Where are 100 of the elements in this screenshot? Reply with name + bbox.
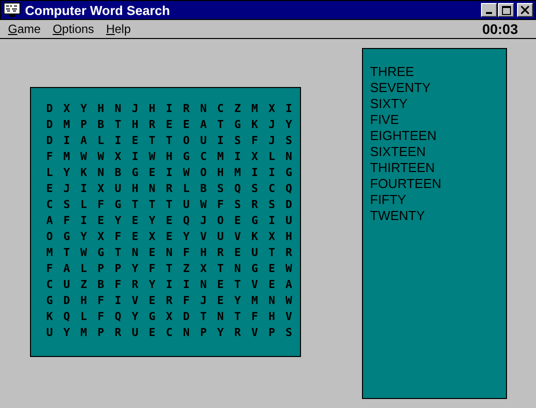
- grid-letter[interactable]: S: [246, 181, 264, 197]
- grid-letter[interactable]: M: [212, 149, 230, 165]
- grid-letter[interactable]: M: [229, 165, 246, 181]
- grid-letter[interactable]: U: [58, 277, 76, 293]
- grid-letter[interactable]: U: [246, 245, 264, 261]
- grid-letter[interactable]: I: [126, 149, 144, 165]
- grid-letter[interactable]: W: [280, 293, 298, 309]
- grid-letter[interactable]: G: [178, 149, 195, 165]
- grid-letter[interactable]: J: [194, 213, 212, 229]
- grid-letter[interactable]: E: [212, 277, 230, 293]
- grid-letter[interactable]: I: [263, 165, 280, 181]
- grid-letter[interactable]: E: [263, 277, 280, 293]
- grid-letter[interactable]: F: [246, 309, 264, 325]
- grid-letter[interactable]: E: [229, 245, 246, 261]
- grid-letter[interactable]: E: [126, 229, 144, 245]
- grid-letter[interactable]: H: [160, 149, 178, 165]
- grid-letter[interactable]: I: [246, 165, 264, 181]
- grid-letter[interactable]: I: [160, 277, 178, 293]
- grid-letter[interactable]: P: [263, 325, 280, 341]
- grid-letter[interactable]: W: [75, 245, 92, 261]
- grid-letter[interactable]: T: [109, 245, 126, 261]
- grid-letter[interactable]: F: [92, 197, 110, 213]
- grid-letter[interactable]: N: [212, 309, 230, 325]
- grid-letter[interactable]: Y: [212, 325, 230, 341]
- grid-letter[interactable]: G: [246, 213, 264, 229]
- grid-letter[interactable]: Z: [178, 261, 195, 277]
- grid-letter[interactable]: S: [58, 197, 76, 213]
- grid-letter[interactable]: E: [41, 181, 58, 197]
- grid-letter[interactable]: Q: [58, 309, 76, 325]
- grid-letter[interactable]: E: [126, 213, 144, 229]
- grid-letter[interactable]: W: [280, 261, 298, 277]
- grid-letter[interactable]: J: [263, 117, 280, 133]
- grid-letter[interactable]: I: [58, 133, 76, 149]
- grid-letter[interactable]: J: [194, 293, 212, 309]
- grid-letter[interactable]: T: [160, 133, 178, 149]
- grid-letter[interactable]: M: [41, 245, 58, 261]
- grid-letter[interactable]: G: [280, 165, 298, 181]
- grid-letter[interactable]: X: [109, 149, 126, 165]
- grid-letter[interactable]: B: [92, 117, 110, 133]
- grid-letter[interactable]: I: [229, 149, 246, 165]
- app-icon[interactable]: [3, 2, 21, 18]
- grid-letter[interactable]: N: [194, 101, 212, 117]
- grid-letter[interactable]: I: [178, 277, 195, 293]
- grid-letter[interactable]: U: [109, 181, 126, 197]
- grid-letter[interactable]: F: [92, 293, 110, 309]
- grid-letter[interactable]: F: [109, 277, 126, 293]
- grid-letter[interactable]: G: [41, 293, 58, 309]
- grid-letter[interactable]: D: [178, 309, 195, 325]
- grid-letter[interactable]: I: [75, 181, 92, 197]
- grid-letter[interactable]: Q: [229, 181, 246, 197]
- grid-letter[interactable]: S: [229, 133, 246, 149]
- grid-letter[interactable]: K: [246, 117, 264, 133]
- grid-letter[interactable]: M: [58, 117, 76, 133]
- grid-letter[interactable]: T: [160, 261, 178, 277]
- grid-letter[interactable]: R: [160, 293, 178, 309]
- grid-letter[interactable]: N: [92, 165, 110, 181]
- grid-letter[interactable]: X: [58, 101, 76, 117]
- grid-letter[interactable]: K: [246, 229, 264, 245]
- grid-letter[interactable]: A: [75, 133, 92, 149]
- grid-letter[interactable]: U: [194, 133, 212, 149]
- grid-letter[interactable]: R: [144, 117, 161, 133]
- grid-letter[interactable]: F: [178, 245, 195, 261]
- grid-letter[interactable]: L: [75, 197, 92, 213]
- grid-letter[interactable]: I: [109, 133, 126, 149]
- grid-letter[interactable]: C: [194, 149, 212, 165]
- grid-letter[interactable]: E: [160, 117, 178, 133]
- grid-letter[interactable]: H: [92, 101, 110, 117]
- grid-letter[interactable]: Y: [280, 117, 298, 133]
- grid-letter[interactable]: H: [212, 165, 230, 181]
- grid-letter[interactable]: P: [92, 261, 110, 277]
- grid-letter[interactable]: X: [92, 181, 110, 197]
- grid-letter[interactable]: V: [280, 309, 298, 325]
- grid-letter[interactable]: T: [58, 245, 76, 261]
- grid-letter[interactable]: Y: [144, 277, 161, 293]
- grid-letter[interactable]: N: [280, 149, 298, 165]
- grid-letter[interactable]: F: [212, 197, 230, 213]
- grid-letter[interactable]: B: [194, 181, 212, 197]
- grid-letter[interactable]: I: [160, 101, 178, 117]
- grid-letter[interactable]: M: [246, 293, 264, 309]
- grid-letter[interactable]: P: [75, 117, 92, 133]
- grid-letter[interactable]: X: [263, 101, 280, 117]
- grid-letter[interactable]: E: [144, 325, 161, 341]
- grid-letter[interactable]: Q: [109, 309, 126, 325]
- grid-letter[interactable]: P: [92, 325, 110, 341]
- grid-letter[interactable]: E: [160, 229, 178, 245]
- grid-letter[interactable]: C: [41, 197, 58, 213]
- grid-letter[interactable]: E: [160, 213, 178, 229]
- grid-letter[interactable]: J: [263, 133, 280, 149]
- grid-letter[interactable]: Z: [229, 101, 246, 117]
- maximize-button[interactable]: [498, 3, 514, 17]
- grid-letter[interactable]: H: [75, 293, 92, 309]
- grid-letter[interactable]: Y: [109, 213, 126, 229]
- grid-letter[interactable]: T: [229, 277, 246, 293]
- grid-letter[interactable]: R: [178, 101, 195, 117]
- grid-letter[interactable]: E: [229, 213, 246, 229]
- grid-letter[interactable]: P: [194, 325, 212, 341]
- grid-letter[interactable]: Y: [126, 309, 144, 325]
- grid-letter[interactable]: Y: [75, 101, 92, 117]
- grid-letter[interactable]: A: [58, 261, 76, 277]
- grid-letter[interactable]: D: [41, 117, 58, 133]
